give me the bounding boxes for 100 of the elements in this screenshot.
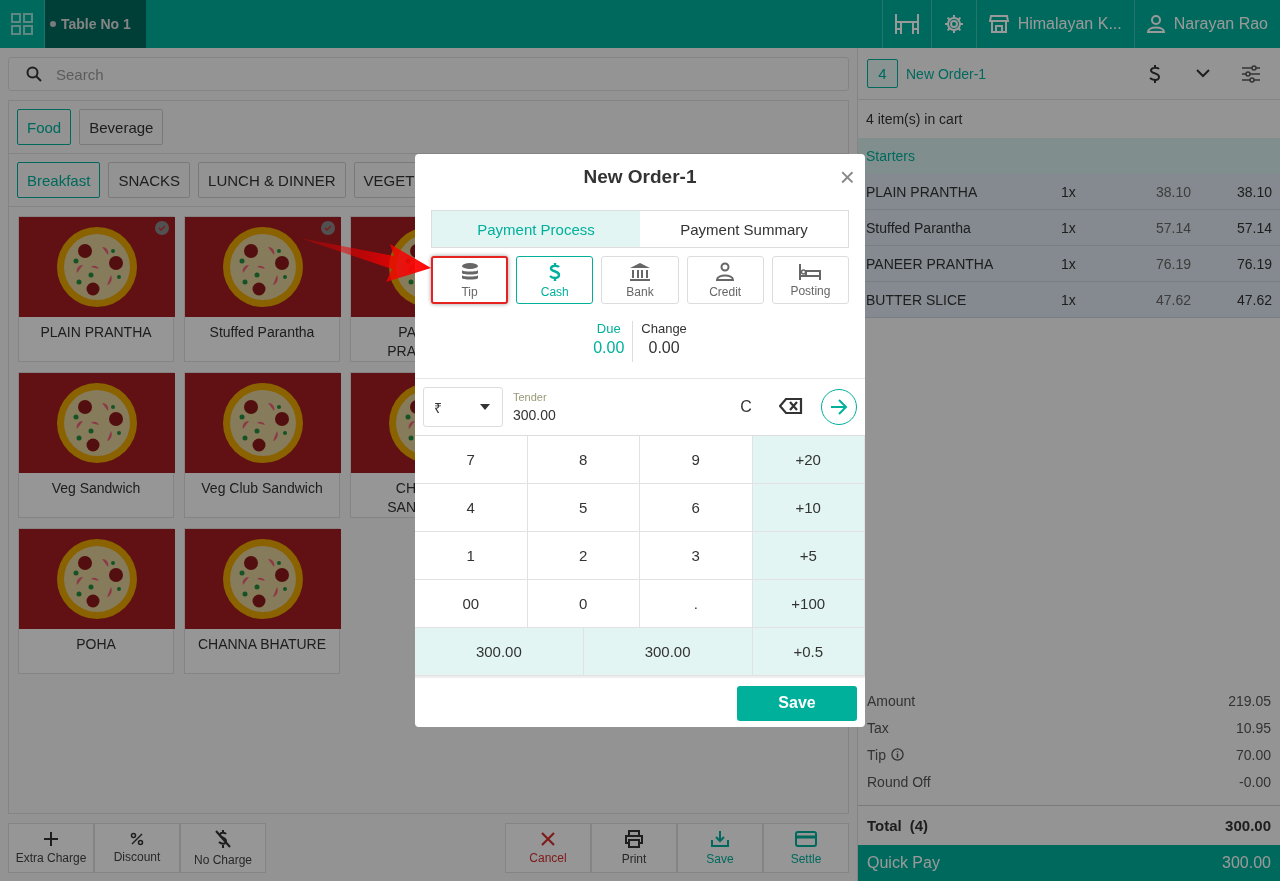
sliders-icon[interactable] bbox=[1241, 64, 1261, 83]
keypad-key[interactable]: 6 bbox=[640, 484, 753, 532]
summary-label: Tip bbox=[867, 746, 886, 763]
bank-icon bbox=[629, 261, 651, 282]
bed-icon bbox=[798, 262, 823, 281]
item-price: 38.10 bbox=[1154, 183, 1191, 200]
category-tab[interactable]: LUNCH & DINNER bbox=[198, 162, 346, 198]
total-value: 300.00 bbox=[1225, 817, 1271, 834]
settings-icon[interactable] bbox=[943, 14, 964, 34]
group-heading: Starters bbox=[866, 148, 915, 164]
arrow-right-icon bbox=[830, 399, 848, 415]
product-card[interactable]: POHA bbox=[18, 528, 174, 674]
coins-icon bbox=[459, 261, 480, 282]
summary-label: Amount bbox=[867, 692, 916, 709]
amount-key[interactable]: +0.5 bbox=[752, 628, 865, 676]
table-tab[interactable]: Table No 1 bbox=[45, 0, 146, 48]
info-icon[interactable] bbox=[890, 748, 904, 761]
user-icon bbox=[1146, 15, 1165, 33]
summary-label: Tax bbox=[867, 719, 889, 736]
keypad-key[interactable]: 9 bbox=[640, 436, 753, 484]
summary-value: -0.00 bbox=[1239, 773, 1271, 790]
item-total: 57.14 bbox=[1235, 219, 1272, 236]
keypad-key[interactable]: . bbox=[640, 580, 753, 628]
item-name: BUTTER SLICE bbox=[866, 291, 968, 308]
keypad-key[interactable]: 00 bbox=[415, 580, 528, 628]
percent-button[interactable]: Discount bbox=[94, 823, 180, 873]
keypad-key[interactable]: +10 bbox=[752, 484, 865, 532]
plus-button[interactable]: Extra Charge bbox=[8, 823, 94, 873]
item-name: Stuffed Parantha bbox=[866, 219, 972, 236]
change-label: Change bbox=[641, 321, 687, 336]
item-qty: 1x bbox=[1061, 183, 1077, 200]
summary-label: Round Off bbox=[867, 773, 931, 790]
close-button[interactable]: × bbox=[839, 164, 855, 190]
keypad-key[interactable]: 5 bbox=[527, 484, 640, 532]
product-name: Veg Sandwich bbox=[50, 479, 142, 498]
keypad-key[interactable]: 1 bbox=[415, 532, 528, 580]
product-name: PRA bbox=[387, 342, 416, 361]
keypad-key[interactable]: 4 bbox=[415, 484, 528, 532]
product-name: SAN bbox=[387, 498, 416, 517]
item-total: 76.19 bbox=[1235, 255, 1272, 272]
plus-icon bbox=[43, 831, 59, 847]
item-count-badge: 4 bbox=[867, 59, 898, 88]
dollar-icon bbox=[547, 261, 562, 282]
item-total: 38.10 bbox=[1235, 183, 1272, 200]
summary-value: 70.00 bbox=[1235, 746, 1271, 763]
product-name: CH bbox=[395, 479, 416, 498]
download-icon bbox=[710, 830, 730, 848]
keypad-key[interactable]: +100 bbox=[752, 580, 865, 628]
product-name: POHA bbox=[75, 635, 117, 654]
dialog-title: New Order-1 bbox=[583, 166, 697, 188]
cancel-button[interactable]: Cancel bbox=[505, 823, 591, 873]
chevron-down-icon[interactable] bbox=[1196, 69, 1210, 78]
payment-method-button[interactable]: Bank bbox=[601, 256, 679, 304]
printer-icon bbox=[624, 830, 644, 848]
keypad-key[interactable]: +20 bbox=[752, 436, 865, 484]
payment-method-button[interactable]: Credit bbox=[686, 256, 764, 304]
keypad-key[interactable]: 2 bbox=[527, 532, 640, 580]
print-button[interactable]: Print bbox=[591, 823, 677, 873]
keypad-key[interactable]: 7 bbox=[415, 436, 528, 484]
product-card[interactable]: CHANNA BHATURE bbox=[184, 528, 340, 674]
amount-key[interactable]: 300.00 bbox=[583, 628, 753, 676]
tender-field[interactable]: 300.00 bbox=[513, 407, 721, 423]
cart-count: 4 item(s) in cart bbox=[866, 111, 963, 127]
keypad-key[interactable]: 0 bbox=[527, 580, 640, 628]
dollar-icon[interactable] bbox=[1149, 63, 1161, 84]
clear-button[interactable]: C bbox=[731, 397, 761, 417]
person-icon bbox=[716, 261, 735, 282]
currency-select[interactable]: ₹ bbox=[423, 387, 503, 427]
caret-icon bbox=[480, 404, 490, 410]
category-tab[interactable]: SNACKS bbox=[108, 162, 191, 198]
total-count: (4) bbox=[909, 817, 929, 834]
item-name: PANEER PRANTHA bbox=[866, 255, 995, 272]
keypad-key[interactable]: +5 bbox=[752, 532, 865, 580]
product-name: Veg Club Sandwich bbox=[200, 479, 324, 498]
due-value: 0.00 bbox=[593, 339, 625, 357]
table-icon[interactable] bbox=[894, 13, 919, 35]
amount-key[interactable]: 300.00 bbox=[415, 628, 584, 676]
item-qty: 1x bbox=[1061, 291, 1077, 308]
card-icon bbox=[795, 830, 817, 848]
item-qty: 1x bbox=[1061, 255, 1077, 272]
search-icon bbox=[26, 66, 42, 82]
summary-value: 10.95 bbox=[1235, 719, 1271, 736]
product-card[interactable]: Veg Club Sandwich bbox=[184, 372, 340, 518]
keypad-key[interactable]: 3 bbox=[640, 532, 753, 580]
due-label: Due bbox=[596, 321, 621, 336]
no-dollar-icon bbox=[214, 829, 232, 849]
keypad-key[interactable]: 8 bbox=[527, 436, 640, 484]
percent-icon bbox=[130, 832, 144, 846]
change-value: 0.00 bbox=[648, 339, 680, 357]
item-name: PLAIN PRANTHA bbox=[866, 183, 979, 200]
product-card[interactable]: Veg Sandwich bbox=[18, 372, 174, 518]
quick-pay-amount: 300.00 bbox=[1222, 854, 1271, 872]
payment-method-button[interactable]: Posting bbox=[771, 256, 849, 304]
menu-tab[interactable]: Beverage bbox=[79, 109, 164, 145]
payment-method-button[interactable]: Tip bbox=[431, 256, 509, 304]
nocharge-button[interactable]: No Charge bbox=[180, 823, 266, 873]
next-button[interactable] bbox=[821, 389, 857, 425]
product-card[interactable]: PLAIN PRANTHA bbox=[18, 216, 174, 362]
product-name: CHANNA BHATURE bbox=[196, 635, 328, 654]
product-card[interactable]: Stuffed Parantha bbox=[184, 216, 340, 362]
